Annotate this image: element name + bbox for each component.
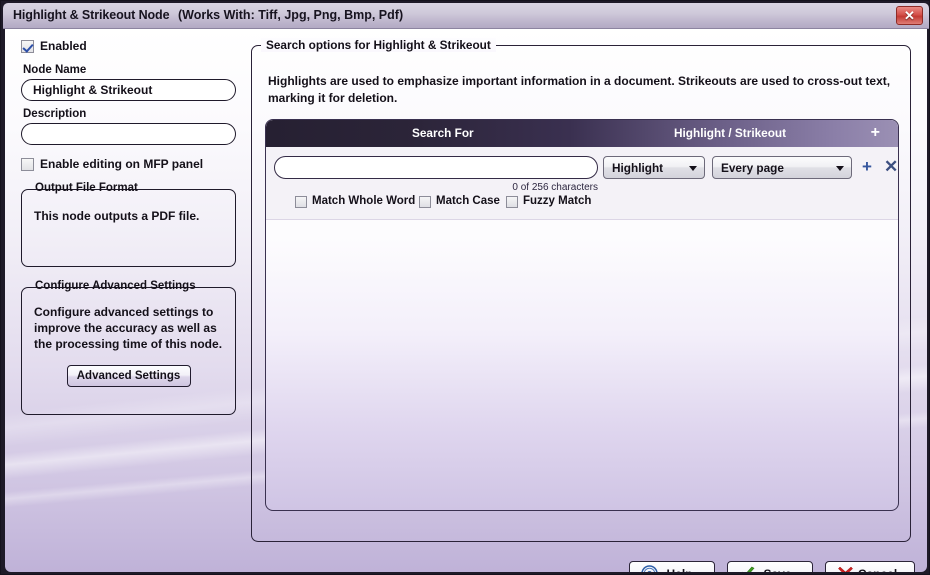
output-file-format-title: Output File Format [31,182,142,194]
cancel-button-label: Cancel [826,567,914,572]
advanced-settings-text: Configure advanced settings to improve t… [34,305,223,351]
output-file-format-text: This node outputs a PDF file. [34,209,200,223]
highlight-strikeout-dropdown-value: Highlight [612,161,664,175]
close-button[interactable]: ✕ [896,6,923,25]
match-case-label: Match Case [436,195,500,207]
fuzzy-match-label: Fuzzy Match [523,195,592,207]
node-name-label: Node Name [23,64,87,76]
enabled-checkbox-row[interactable]: Enabled [21,39,249,57]
save-button-label: Save [728,567,812,572]
chevron-down-icon [689,166,697,171]
advanced-settings-button[interactable]: Advanced Settings [66,365,191,387]
page-scope-dropdown[interactable]: Every page [712,156,852,179]
close-icon: ✕ [904,8,915,23]
enabled-label: Enabled [40,39,87,53]
match-whole-word-label: Match Whole Word [312,195,416,207]
search-options-panel: Search options for Highlight & Strikeout… [251,38,911,542]
mfp-panel-checkbox[interactable] [21,158,34,171]
chevron-down-icon [836,166,844,171]
add-row-header-button[interactable]: + [871,124,880,142]
enabled-checkbox[interactable] [21,40,34,53]
description-label: Description [23,108,87,120]
character-counter: 0 of 256 characters [512,182,598,193]
fuzzy-match-checkbox[interactable] [506,196,518,208]
title-bar: Highlight & Strikeout Node (Works With: … [3,3,929,29]
match-whole-word-checkbox[interactable] [295,196,307,208]
cancel-button[interactable]: Cancel [825,561,915,572]
add-row-button[interactable]: + [862,156,872,177]
dialog-window: Highlight & Strikeout Node (Works With: … [0,0,930,575]
window-subtitle: (Works With: Tiff, Jpg, Png, Bmp, Pdf) [178,8,404,22]
match-case-checkbox[interactable] [419,196,431,208]
column-header-search-for: Search For [412,126,474,140]
advanced-settings-title: Configure Advanced Settings [31,280,200,292]
dialog-body: Enabled Node Name Description Enable edi… [5,29,927,572]
mfp-panel-label: Enable editing on MFP panel [40,157,204,171]
output-file-format-group: Output File Format This node outputs a P… [21,182,236,267]
description-input[interactable] [21,123,236,145]
advanced-settings-group: Configure Advanced Settings Configure ad… [21,280,236,415]
search-for-input[interactable] [274,156,598,179]
window-title: Highlight & Strikeout Node [13,8,170,22]
mfp-panel-checkbox-row[interactable]: Enable editing on MFP panel [21,157,249,175]
help-button-label: Help [630,567,714,572]
delete-row-button[interactable]: ✕ [884,156,898,177]
left-settings-panel: Enabled Node Name Description Enable edi… [21,39,249,415]
search-row: 0 of 256 characters Highlight Every page… [266,147,898,220]
help-button[interactable]: ? Help [629,561,715,572]
page-scope-dropdown-value: Every page [721,161,784,175]
search-options-title: Search options for Highlight & Strikeout [261,38,496,52]
node-name-input[interactable] [21,79,236,101]
search-list-header: Search For Highlight / Strikeout + [266,120,898,147]
column-header-highlight-strikeout: Highlight / Strikeout [674,126,787,140]
search-options-description: Highlights are used to emphasize importa… [268,74,891,105]
highlight-strikeout-dropdown[interactable]: Highlight [603,156,705,179]
save-button[interactable]: Save [727,561,813,572]
search-list-container: Search For Highlight / Strikeout + 0 of … [265,119,899,511]
